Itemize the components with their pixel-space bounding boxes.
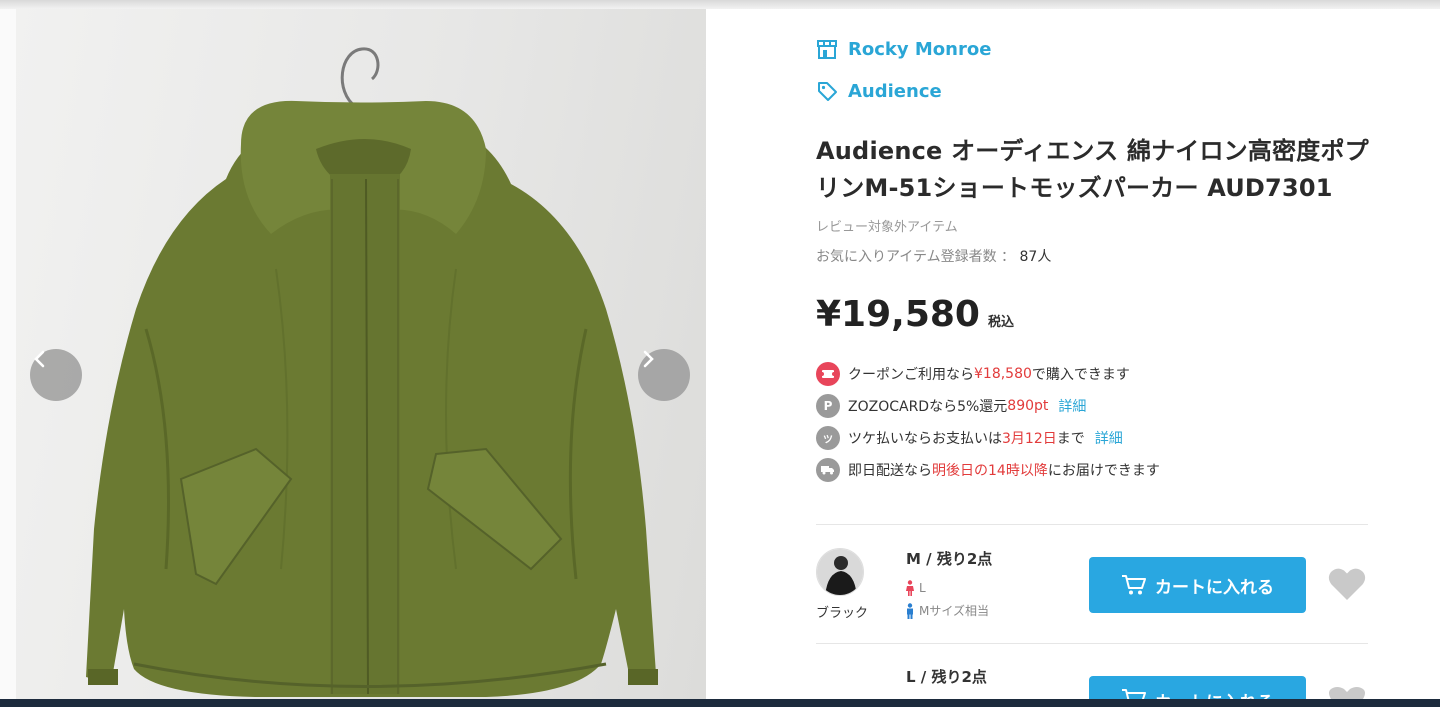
chevron-right-icon <box>643 350 654 368</box>
tsuke-details-link[interactable]: 詳細 <box>1095 428 1123 448</box>
delivery-text-after: にお届けできます <box>1047 463 1160 479</box>
divider <box>816 524 1368 525</box>
model-thumbnail <box>817 549 863 595</box>
favorites-count: 87人 <box>1019 249 1052 265</box>
add-to-cart-button-l[interactable]: カートに入れる <box>1089 676 1306 699</box>
cart-icon <box>1122 689 1146 699</box>
coupon-perk: クーポンご利用なら ¥18,580 で購入できます <box>816 362 1130 386</box>
cart-button-label[interactable]: カートに入れる <box>1155 688 1274 699</box>
product-title: Audience オーディエンス 綿ナイロン高密度ポプリンM-51ショートモッズ… <box>816 137 1369 202</box>
brand-name[interactable]: Rocky Monroe <box>848 39 991 60</box>
os-taskbar <box>0 699 1440 707</box>
male-icon <box>907 602 913 619</box>
tag-name[interactable]: Audience <box>848 81 942 102</box>
favorites-count-row: お気に入りアイテム登録者数 ： 87人 <box>816 246 1051 266</box>
cart-button-label[interactable]: カートに入れる <box>1155 573 1274 598</box>
coupon-text-after: で購入できます <box>1031 367 1130 383</box>
shop-icon <box>817 40 837 59</box>
tsuke-text-before: ツケ払いならお支払いは <box>848 431 1002 447</box>
product-image-gallery[interactable] <box>16 9 706 699</box>
divider <box>816 643 1368 644</box>
female-icon <box>906 580 914 596</box>
gallery-next-button[interactable] <box>638 349 690 401</box>
brand-link[interactable]: Rocky Monroe <box>816 38 991 60</box>
fit-female-size: L <box>919 581 926 595</box>
tsuke-text-after: まで <box>1056 431 1085 447</box>
tsuke-date: 3月12日 <box>1002 431 1057 447</box>
price-row: ¥19,580 税込 <box>816 294 1014 335</box>
product-photo <box>86 47 658 697</box>
coupon-amount: ¥18,580 <box>974 366 1032 382</box>
page-margin <box>0 9 16 699</box>
delivery-text-before: 即日配送なら <box>848 463 932 479</box>
card-details-link[interactable]: 詳細 <box>1058 396 1086 416</box>
tsuke-perk: ツ ツケ払いならお支払いは 3月12日 まで 詳細 <box>816 426 1123 450</box>
favorites-label: お気に入りアイテム登録者数 ： <box>816 249 1016 265</box>
product-price: ¥19,580 <box>816 294 980 335</box>
tag-link[interactable]: Audience <box>816 80 942 102</box>
fit-male: Mサイズ相当 <box>906 602 989 619</box>
gallery-prev-button[interactable] <box>30 349 82 401</box>
tsuke-icon: ツ <box>816 426 840 450</box>
review-note: レビュー対象外アイテム <box>816 220 958 235</box>
coupon-icon <box>816 362 840 386</box>
fit-female: L <box>906 580 926 596</box>
favorite-heart-icon[interactable] <box>1328 686 1366 699</box>
size-m-title: M / 残り2点 <box>906 550 993 568</box>
truck-icon <box>816 458 840 482</box>
tax-label: 税込 <box>987 315 1014 330</box>
fit-male-size: Mサイズ相当 <box>919 604 989 618</box>
card-perk: P ZOZOCARDなら5%還元 890pt 詳細 <box>816 394 1086 418</box>
size-l-title: L / 残り2点 <box>906 668 987 686</box>
card-text-before: ZOZOCARDなら5%還元 <box>848 399 1008 415</box>
color-swatch-thumbnail[interactable] <box>816 548 864 596</box>
cart-icon <box>1122 575 1146 595</box>
tag-icon <box>818 82 837 101</box>
card-points: 890pt <box>1007 398 1049 414</box>
chevron-left-icon <box>34 350 45 368</box>
delivery-perk: 即日配送なら 明後日の14時以降 にお届けできます <box>816 458 1160 482</box>
points-icon: P <box>816 394 840 418</box>
favorite-heart-icon[interactable] <box>1328 567 1366 601</box>
color-label: ブラック <box>816 606 869 621</box>
add-to-cart-button-m[interactable]: カートに入れる <box>1089 557 1306 613</box>
coupon-text-before: クーポンご利用なら <box>848 367 974 383</box>
browser-top-bar <box>0 0 1440 9</box>
delivery-time: 明後日の14時以降 <box>932 463 1048 479</box>
